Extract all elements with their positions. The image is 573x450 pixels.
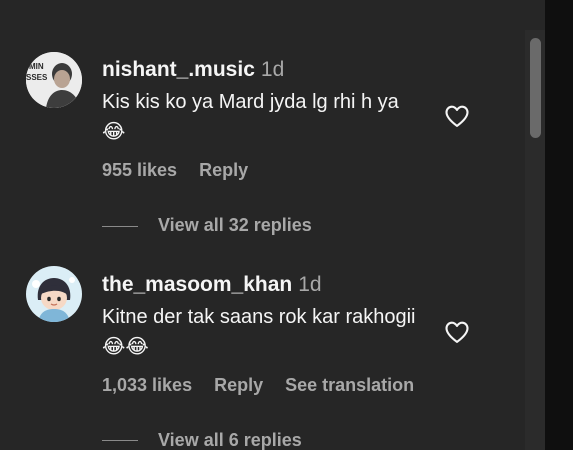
comments-panel: MIN SSES nishant_.music 1d Kis kis ko ya … — [0, 0, 573, 450]
heart-icon[interactable] — [443, 318, 471, 346]
avatar-image — [26, 266, 82, 322]
scrollbar-thumb[interactable] — [530, 38, 541, 138]
comment-actions: 1,033 likes Reply See translation — [102, 375, 436, 396]
comment-time: 1d — [298, 273, 322, 296]
comment-username-row: nishant_.music 1d — [102, 58, 284, 82]
avatar-image: MIN SSES — [26, 52, 82, 108]
username-link[interactable]: nishant_.music — [102, 58, 255, 81]
side-panel-edge — [545, 0, 573, 450]
replies-divider — [102, 440, 138, 441]
avatar-lettering: MIN — [29, 62, 44, 71]
comment-actions: 955 likes Reply — [102, 160, 270, 181]
comment-text: Kis kis ko ya Mard jyda lg rhi h ya 😂 — [102, 91, 399, 143]
view-replies-button[interactable]: View all 32 replies — [158, 215, 312, 236]
username-link[interactable]: the_masoom_khan — [102, 273, 292, 296]
avatar[interactable] — [26, 266, 82, 322]
heart-icon[interactable] — [443, 102, 471, 130]
likes-count[interactable]: 955 likes — [102, 160, 177, 180]
replies-divider — [102, 226, 138, 227]
comment-username-row: the_masoom_khan 1d — [102, 273, 322, 297]
reply-button[interactable]: Reply — [199, 160, 248, 180]
reply-button[interactable]: Reply — [214, 375, 263, 395]
view-replies-button[interactable]: View all 6 replies — [158, 430, 302, 450]
likes-count[interactable]: 1,033 likes — [102, 375, 192, 395]
see-translation-button[interactable]: See translation — [285, 375, 414, 395]
comment-text: Kitne der tak saans rok kar rakhogii😂😂 — [102, 306, 416, 358]
svg-text:SSES: SSES — [26, 73, 48, 82]
avatar[interactable]: MIN SSES — [26, 52, 82, 108]
comment-time: 1d — [260, 58, 285, 81]
